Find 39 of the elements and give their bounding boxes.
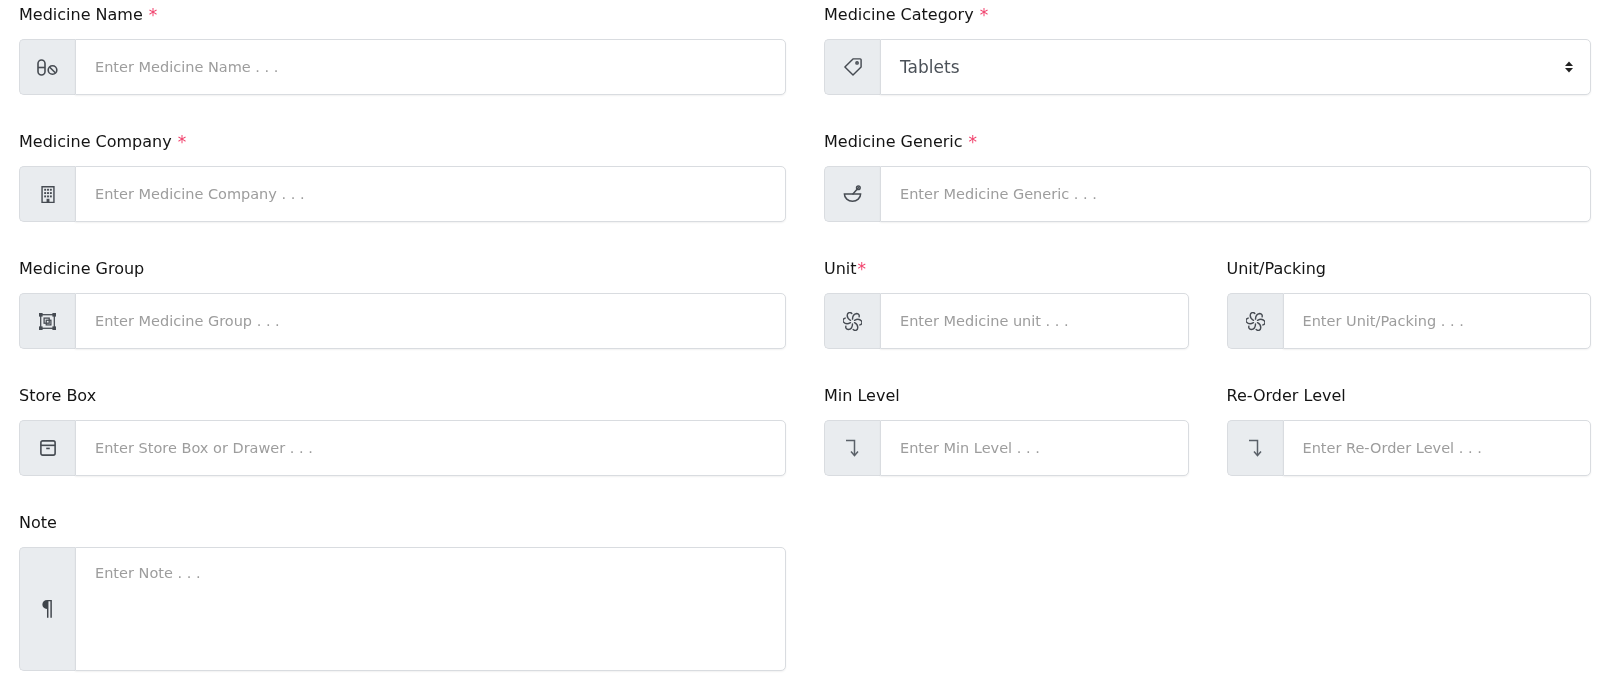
mortar-pestle-icon [843,185,862,203]
required-asterisk: * [177,131,187,153]
archive-box-icon [39,440,56,456]
field-label: Unit/Packing [1226,258,1326,280]
text-input[interactable]: Enter Medicine Generic . . . [880,166,1591,222]
grouped-squares-icon [39,312,56,330]
field-label: Unit [824,258,857,280]
field-label: Medicine Group [19,258,145,280]
field-label: Medicine Company [19,131,172,153]
text-input[interactable]: Enter Store Box or Drawer . . . [75,420,786,476]
turn-down-arrow-icon [1247,439,1263,457]
field-label: Min Level [824,385,900,407]
required-asterisk: * [979,4,989,26]
text-input[interactable]: Enter Unit/Packing . . . [1282,293,1591,349]
capsule-ban-icon [37,58,58,76]
pilcrow-icon: ¶ [40,597,55,621]
building-icon [39,184,56,204]
note-textarea[interactable]: Enter Note . . . [75,547,786,671]
field-label: Medicine Name [19,4,143,26]
swirl-icon [1245,311,1265,331]
field-label: Store Box [19,385,97,407]
turn-down-arrow-icon [845,439,860,457]
text-input[interactable]: Enter Min Level . . . [880,420,1189,476]
required-asterisk: * [857,258,867,280]
sort-caret-icon [1564,60,1574,74]
required-asterisk: * [148,4,158,26]
text-input[interactable]: Enter Medicine unit . . . [880,293,1189,349]
field-label: Medicine Generic [824,131,963,153]
swirl-icon [843,311,862,331]
category-select[interactable]: Tablets [880,39,1591,95]
tag-icon [843,58,862,76]
field-label: Re-Order Level [1226,385,1346,407]
field-label: Note [19,512,57,534]
text-input[interactable]: Enter Medicine Company . . . [75,166,786,222]
text-input[interactable]: Enter Re-Order Level . . . [1282,420,1591,476]
text-input[interactable]: Enter Medicine Name . . . [75,39,786,95]
field-label: Medicine Category [824,4,974,26]
text-input[interactable]: Enter Medicine Group . . . [75,293,786,349]
required-asterisk: * [968,131,978,153]
